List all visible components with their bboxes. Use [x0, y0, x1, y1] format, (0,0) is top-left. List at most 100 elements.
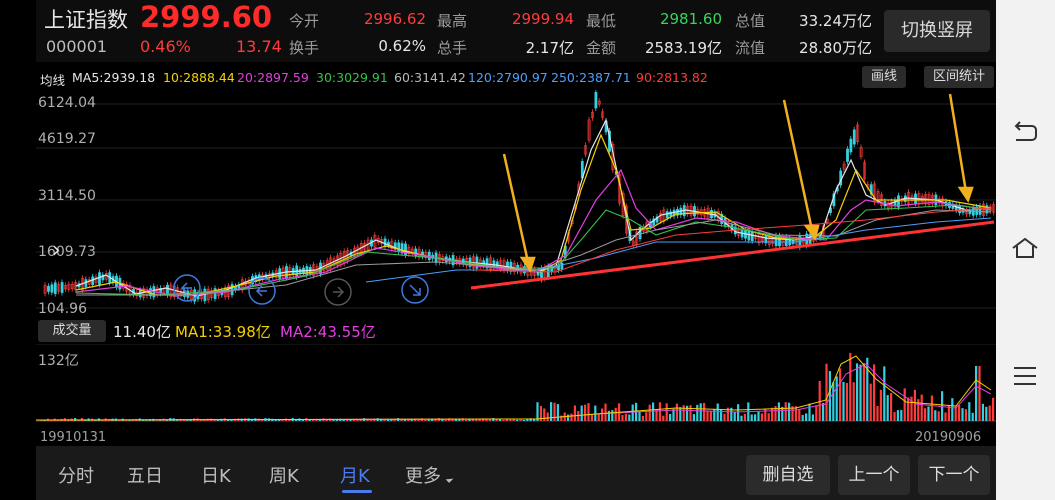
volume-bar: [869, 383, 872, 421]
volume-bar: [839, 368, 842, 421]
volume-bars: [40, 352, 995, 421]
volume-bar: [607, 410, 610, 421]
ma20: 20:2897.59: [237, 70, 309, 85]
volume-bar: [709, 410, 712, 421]
range-stats-button[interactable]: 区间统计: [924, 66, 994, 88]
volume-bar: [573, 405, 576, 421]
volume-bar: [597, 413, 600, 421]
volume-bar: [757, 411, 760, 421]
volume-bar: [679, 407, 682, 421]
volume-bar: [733, 412, 736, 421]
volume-bar: [964, 409, 967, 421]
volume-bar: [536, 402, 539, 421]
candle-body: [852, 129, 856, 145]
volume-bar: [614, 407, 617, 421]
volume-bar: [961, 408, 964, 421]
ma5: MA5:2939.18: [72, 70, 156, 85]
volume-bar: [866, 357, 869, 421]
volume-bar: [369, 419, 372, 421]
volume-bar: [934, 410, 937, 421]
volume-bar: [760, 413, 763, 421]
volume-bar: [801, 414, 804, 421]
trend-line: [470, 220, 995, 290]
volume-bar: [930, 395, 933, 421]
previous-button[interactable]: 上一个: [838, 455, 910, 495]
high-value: 2999.94: [511, 10, 574, 28]
next-button[interactable]: 下一个: [918, 455, 990, 495]
volume-bar: [631, 404, 634, 421]
volume-bar: [424, 419, 427, 421]
candle-body: [849, 138, 853, 153]
volume-bar: [665, 403, 668, 421]
volume-bar: [601, 408, 604, 421]
tab-intraday[interactable]: 分时: [58, 462, 94, 488]
volume-bar: [978, 366, 981, 421]
candle-body: [774, 235, 778, 246]
volume-bar: [954, 406, 957, 421]
volume-bar: [458, 419, 461, 421]
amount-value: 2583.19亿: [644, 39, 722, 57]
volume-bar: [427, 419, 430, 421]
volume-bar: [604, 403, 607, 421]
draw-line-button[interactable]: 画线: [862, 66, 906, 88]
menu-icon[interactable]: [1013, 366, 1037, 386]
volume-bar: [417, 419, 420, 421]
tab-monthly-k[interactable]: 月K: [340, 462, 370, 488]
volume-bar: [641, 415, 644, 421]
volume-bar: [488, 419, 491, 421]
volume-chart: [36, 344, 996, 422]
remove-watchlist-button[interactable]: 删自选: [746, 455, 830, 495]
volume-bar: [737, 404, 740, 421]
volume-bar: [893, 412, 896, 421]
volume-bar: [985, 406, 988, 421]
y-label-5: 104.96: [38, 301, 87, 317]
candle-body: [594, 92, 598, 109]
index-code: 000001: [46, 37, 108, 56]
volume-bar: [944, 412, 947, 421]
chevron-left-icon[interactable]: ›: [52, 238, 61, 263]
tab-five-day[interactable]: 五日: [127, 462, 163, 488]
y-label-4: 1609.73: [38, 244, 96, 260]
volume-label: 总手: [437, 39, 468, 57]
volume-bar: [567, 414, 570, 421]
home-icon[interactable]: [1011, 236, 1039, 260]
kline-chart[interactable]: [36, 90, 996, 318]
volume-ma2: MA2:43.55亿: [280, 323, 376, 341]
volume-bar: [777, 402, 780, 421]
volume-bar: [546, 412, 549, 421]
back-icon[interactable]: [1012, 120, 1038, 144]
low-label: 最低: [586, 12, 617, 30]
volume-bar: [750, 414, 753, 421]
volume-bar: [992, 397, 995, 421]
candle-body: [958, 205, 962, 214]
volume-bar: [611, 410, 614, 421]
volume-bar: [628, 414, 631, 421]
chart-nav-icons: [173, 274, 429, 306]
volume-bar: [808, 403, 811, 421]
volume-bar: [662, 415, 665, 421]
volume-bar: [522, 419, 525, 421]
volume-tag[interactable]: 成交量: [38, 320, 106, 342]
active-tab-indicator: [342, 490, 372, 493]
tab-more[interactable]: 更多: [405, 462, 441, 488]
tab-weekly-k[interactable]: 周K: [269, 462, 299, 488]
volume-bar: [828, 371, 831, 421]
volume-bar: [924, 408, 927, 421]
ma90: 90:2813.82: [636, 70, 708, 85]
volume-bar: [781, 406, 784, 421]
candle-body: [47, 285, 50, 292]
volume-bar: [788, 402, 791, 421]
volume-bar: [896, 410, 899, 421]
volume-bar: [570, 413, 573, 421]
ma20-line: [75, 168, 992, 297]
candle-body: [846, 148, 849, 162]
left-edge: [0, 0, 36, 500]
tab-daily-k[interactable]: 日K: [201, 462, 231, 488]
switch-portrait-button[interactable]: 切换竖屏: [884, 10, 990, 52]
volume-bar: [913, 389, 916, 421]
volume-bar: [879, 389, 882, 421]
candle-body: [383, 238, 387, 247]
volume-bar: [543, 408, 546, 421]
change-percent: 0.46%: [140, 37, 191, 56]
volume-bar: [308, 419, 311, 421]
